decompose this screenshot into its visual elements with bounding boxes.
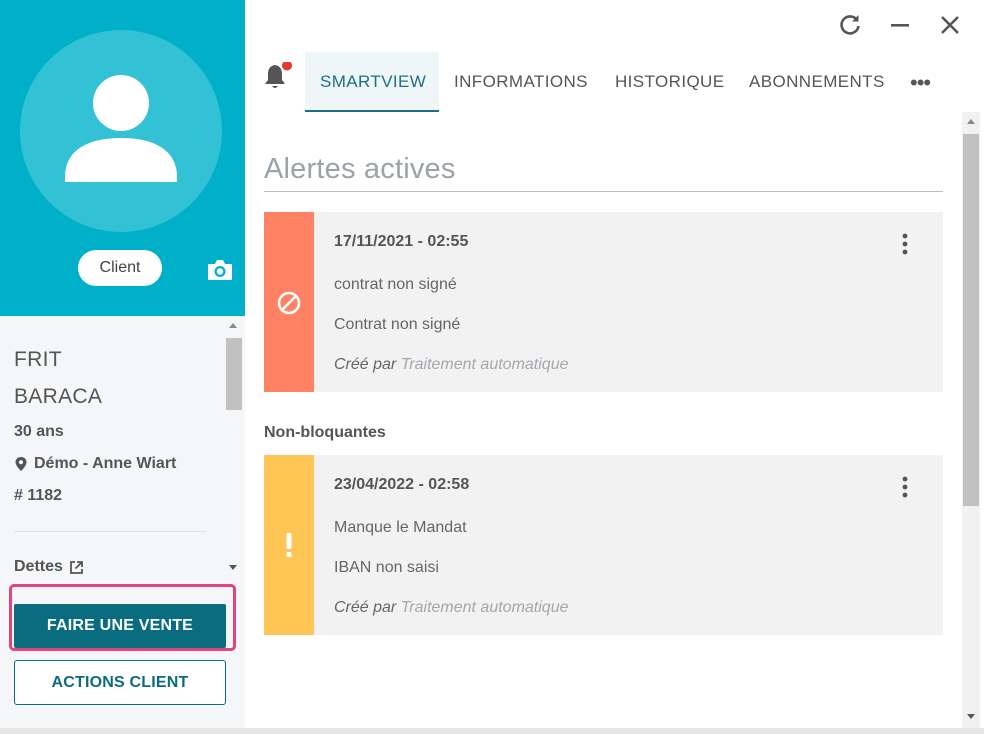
alert-author: Créé par Traitement automatique xyxy=(334,356,569,374)
alert-stripe-warning xyxy=(264,455,314,635)
scroll-thumb[interactable] xyxy=(963,134,979,506)
scroll-thumb[interactable] xyxy=(226,338,242,410)
info-divider xyxy=(14,531,206,532)
section-divider xyxy=(264,191,943,192)
kebab-menu-icon[interactable] xyxy=(898,475,912,499)
client-first-name: BARACA xyxy=(14,385,103,408)
alert-title: Manque le Mandat xyxy=(334,519,467,536)
scroll-up-arrow-icon[interactable] xyxy=(967,119,975,124)
client-last-name: FRIT xyxy=(14,348,62,371)
client-location: Démo - Anne Wiart xyxy=(14,455,176,473)
alert-title: contrat non signé xyxy=(334,276,457,293)
created-by-value: Traitement automatique xyxy=(400,599,569,616)
blocked-icon xyxy=(277,291,301,315)
client-sidebar: Client FRIT BARACA 30 ans Démo - Anne Wi… xyxy=(0,0,245,734)
tab-historique[interactable]: HISTORIQUE xyxy=(615,52,724,112)
tab-abonnements[interactable]: ABONNEMENTS xyxy=(749,52,885,112)
alert-stripe-blocking xyxy=(264,212,314,392)
scroll-up-arrow-icon[interactable] xyxy=(229,323,237,328)
external-link-icon xyxy=(70,560,83,574)
created-by-label: Créé par xyxy=(334,599,397,616)
info-scrollbar[interactable] xyxy=(226,320,242,578)
exclamation-icon xyxy=(286,533,292,557)
client-location-text: Démo - Anne Wiart xyxy=(34,455,177,472)
scroll-down-arrow-icon[interactable] xyxy=(967,714,975,719)
client-actions-button[interactable]: ACTIONS CLIENT xyxy=(14,660,226,705)
main-scrollbar[interactable] xyxy=(962,112,980,728)
alert-description: Contrat non signé xyxy=(334,316,461,333)
alert-card-warning: 23/04/2022 - 02:58 Manque le Mandat IBAN… xyxy=(264,455,943,635)
alert-date: 17/11/2021 - 02:55 xyxy=(334,233,469,250)
role-badge: Client xyxy=(78,250,162,286)
debts-label: Dettes xyxy=(14,558,63,575)
alert-author: Créé par Traitement automatique xyxy=(334,599,569,617)
location-pin-icon xyxy=(15,457,27,471)
created-by-label: Créé par xyxy=(334,356,397,373)
bell-icon[interactable] xyxy=(262,60,292,90)
non-blocking-heading: Non-bloquantes xyxy=(264,424,386,441)
tab-informations[interactable]: INFORMATIONS xyxy=(454,52,588,112)
client-age: 30 ans xyxy=(14,423,64,440)
window-bottom-edge xyxy=(0,728,984,734)
client-id: # 1182 xyxy=(14,487,63,504)
alert-card-blocking: 17/11/2021 - 02:55 contrat non signé Con… xyxy=(264,212,943,392)
minimize-icon[interactable] xyxy=(887,12,913,38)
camera-icon[interactable] xyxy=(206,257,234,283)
active-alerts-title: Alertes actives xyxy=(264,153,456,185)
kebab-menu-icon[interactable] xyxy=(898,232,912,256)
created-by-value: Traitement automatique xyxy=(400,356,569,373)
scroll-down-arrow-icon[interactable] xyxy=(229,565,237,570)
close-icon[interactable] xyxy=(937,12,963,38)
make-sale-button[interactable]: FAIRE UNE VENTE xyxy=(14,604,226,648)
more-tabs-button[interactable]: ••• xyxy=(910,70,940,95)
alert-description: IBAN non saisi xyxy=(334,559,439,576)
tab-smartview[interactable]: SMARTVIEW xyxy=(305,52,439,112)
refresh-icon[interactable] xyxy=(837,12,863,38)
user-avatar-icon xyxy=(20,30,222,232)
alert-date: 23/04/2022 - 02:58 xyxy=(334,476,470,493)
debts-link[interactable]: Dettes xyxy=(14,558,84,576)
